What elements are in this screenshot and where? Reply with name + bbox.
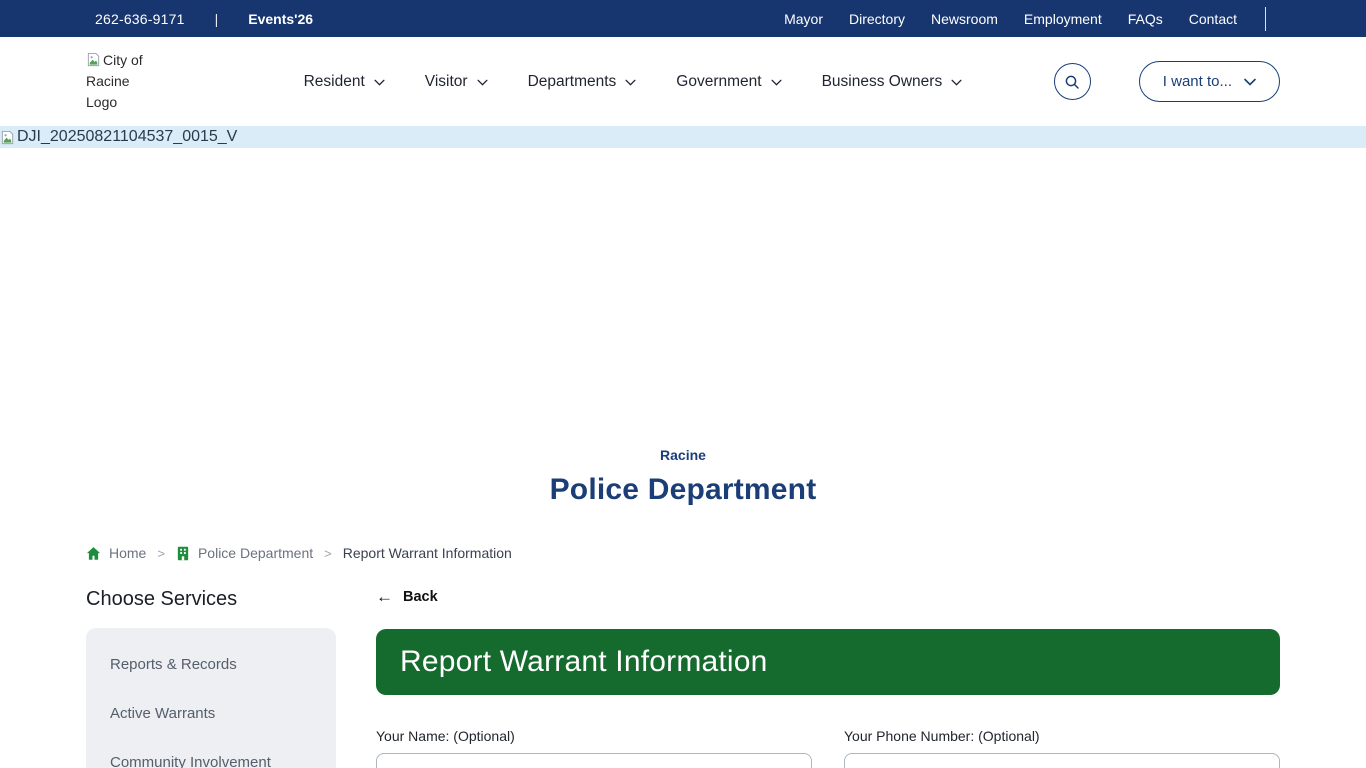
chevron-down-icon	[625, 79, 636, 86]
nav-item-departments[interactable]: Departments	[528, 73, 637, 91]
name-input[interactable]	[376, 753, 812, 768]
sidebar-item-active-warrants[interactable]: Active Warrants	[86, 689, 336, 738]
chevron-down-icon	[374, 79, 385, 86]
topbar-separator: |	[215, 11, 219, 27]
topbar-link-mayor[interactable]: Mayor	[784, 11, 823, 27]
nav-item-business-owners[interactable]: Business Owners	[822, 73, 963, 91]
top-utility-bar: 262-636-9171 | Events'26 Mayor Directory…	[0, 0, 1366, 37]
hero-broken-image: DJI_20250821104537_0015_V	[0, 126, 1366, 148]
page-title-block: Racine Police Department	[0, 447, 1366, 507]
breadcrumb-home-label: Home	[109, 545, 146, 561]
phone-input[interactable]	[844, 753, 1280, 768]
back-button[interactable]: ← Back	[376, 588, 438, 605]
phone-number-link[interactable]: 262-636-9171	[95, 11, 185, 27]
i-want-to-button[interactable]: I want to...	[1139, 61, 1280, 102]
main-navigation: Resident Visitor Departments Government …	[244, 73, 963, 91]
i-want-to-label: I want to...	[1163, 73, 1232, 90]
topbar-link-employment[interactable]: Employment	[1024, 11, 1102, 27]
form-fields-row: Your Name: (Optional) Your Phone Number:…	[376, 728, 1280, 768]
phone-field-label: Your Phone Number: (Optional)	[844, 728, 1280, 744]
chevron-down-icon	[951, 79, 962, 86]
building-icon	[176, 546, 190, 561]
nav-label: Government	[676, 73, 761, 91]
breadcrumb-police-department[interactable]: Police Department	[176, 545, 313, 561]
main-panel: ← Back Report Warrant Information Your N…	[376, 588, 1280, 768]
search-button[interactable]	[1054, 63, 1091, 100]
topbar-link-directory[interactable]: Directory	[849, 11, 905, 27]
topbar-link-newsroom[interactable]: Newsroom	[931, 11, 998, 27]
nav-item-resident[interactable]: Resident	[304, 73, 385, 91]
sidebar-heading: Choose Services	[86, 588, 336, 611]
nav-item-government[interactable]: Government	[676, 73, 781, 91]
breadcrumb: Home > Police Department > Report Warran…	[86, 545, 1366, 561]
home-icon	[86, 546, 101, 561]
topbar-divider	[1265, 7, 1266, 31]
section-banner-title: Report Warrant Information	[400, 645, 768, 679]
page-title: Police Department	[0, 473, 1366, 507]
name-field-label: Your Name: (Optional)	[376, 728, 812, 744]
chevron-down-icon	[477, 79, 488, 86]
breadcrumb-section-label: Police Department	[198, 545, 313, 561]
nav-label: Visitor	[425, 73, 468, 91]
services-sidebar: Choose Services Reports & Records Active…	[86, 588, 336, 768]
nav-label: Resident	[304, 73, 365, 91]
topbar-link-faqs[interactable]: FAQs	[1128, 11, 1163, 27]
broken-image-icon	[86, 52, 101, 67]
chevron-down-icon	[1244, 78, 1256, 86]
name-field-group: Your Name: (Optional)	[376, 728, 812, 768]
sidebar-item-reports-records[interactable]: Reports & Records	[86, 640, 336, 689]
chevron-down-icon	[771, 79, 782, 86]
nav-item-visitor[interactable]: Visitor	[425, 73, 488, 91]
back-label: Back	[403, 589, 438, 605]
hero-image-alt-text: DJI_20250821104537_0015_V	[17, 128, 237, 146]
breadcrumb-separator: >	[157, 546, 165, 561]
nav-label: Business Owners	[822, 73, 943, 91]
search-icon	[1064, 74, 1080, 90]
breadcrumb-current: Report Warrant Information	[343, 545, 512, 561]
topbar-link-contact[interactable]: Contact	[1189, 11, 1237, 27]
phone-field-group: Your Phone Number: (Optional)	[844, 728, 1280, 768]
breadcrumb-separator: >	[324, 546, 332, 561]
broken-image-icon	[0, 130, 15, 145]
site-header: City of Racine Logo Resident Visitor Dep…	[0, 37, 1366, 126]
back-arrow-icon: ←	[376, 588, 393, 605]
page-content: Choose Services Reports & Records Active…	[0, 561, 1366, 768]
events-link[interactable]: Events'26	[248, 11, 313, 27]
section-banner: Report Warrant Information	[376, 629, 1280, 695]
nav-label: Departments	[528, 73, 617, 91]
site-logo[interactable]: City of Racine Logo	[86, 50, 152, 113]
sidebar-card: Reports & Records Active Warrants Commun…	[86, 628, 336, 768]
page-eyebrow: Racine	[0, 447, 1366, 463]
breadcrumb-home[interactable]: Home	[86, 545, 146, 561]
sidebar-item-community-involvement[interactable]: Community Involvement	[86, 738, 336, 768]
